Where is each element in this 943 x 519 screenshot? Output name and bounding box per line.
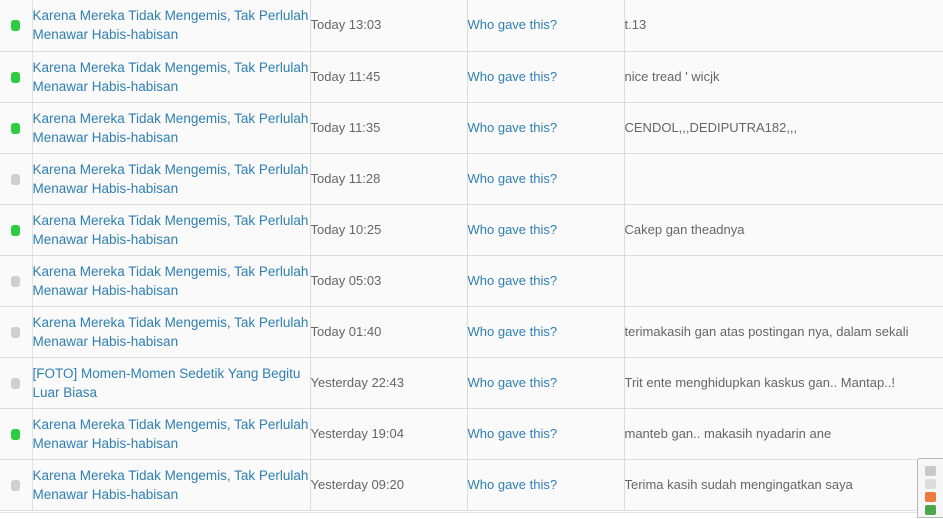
cell-timestamp: Today 05:03 — [310, 255, 468, 307]
cell-thread-title: Karena Mereka Tidak Mengemis, Tak Perlul… — [32, 306, 311, 358]
thread-title-link[interactable]: Karena Mereka Tidak Mengemis, Tak Perlul… — [33, 58, 310, 96]
cell-read-status[interactable] — [0, 51, 33, 103]
cell-comment-text: Cakep gan theadnya — [624, 204, 943, 256]
toolbar-icon-orange[interactable] — [925, 492, 936, 502]
who-gave-this-link[interactable]: Who gave this? — [468, 426, 558, 441]
status-dot-icon — [11, 479, 21, 491]
table-row[interactable]: Karena Mereka Tidak Mengemis, Tak Perlul… — [0, 51, 943, 103]
who-gave-this-link[interactable]: Who gave this? — [468, 273, 558, 288]
cell-who-gave-this: Who gave this? — [467, 357, 625, 409]
thread-title-link[interactable]: Karena Mereka Tidak Mengemis, Tak Perlul… — [33, 6, 310, 44]
thread-title-link[interactable]: Karena Mereka Tidak Mengemis, Tak Perlul… — [33, 313, 310, 351]
cell-thread-title: Karena Mereka Tidak Mengemis, Tak Perlul… — [32, 459, 311, 511]
table-row[interactable]: Karena Mereka Tidak Mengemis, Tak Perlul… — [0, 408, 943, 460]
cell-read-status[interactable] — [0, 255, 33, 307]
table-row[interactable]: [FOTO] Momen-Momen Sedetik Yang Begitu L… — [0, 357, 943, 409]
cell-thread-title: Karena Mereka Tidak Mengemis, Tak Perlul… — [32, 102, 311, 154]
status-dot-icon — [11, 428, 21, 440]
cell-thread-title: Karena Mereka Tidak Mengemis, Tak Perlul… — [32, 0, 311, 52]
table-row[interactable]: Karena Mereka Tidak Mengemis, Tak Perlul… — [0, 153, 943, 205]
cell-thread-title: [FOTO] Momen-Momen Sedetik Yang Begitu L… — [32, 357, 311, 409]
cell-who-gave-this: Who gave this? — [467, 408, 625, 460]
cell-comment-text: nice tread ' wicjk — [624, 51, 943, 103]
status-dot-icon — [11, 377, 21, 389]
status-dot-icon — [11, 173, 21, 185]
who-gave-this-link[interactable]: Who gave this? — [468, 222, 558, 237]
who-gave-this-link[interactable]: Who gave this? — [468, 69, 558, 84]
who-gave-this-link[interactable]: Who gave this? — [468, 324, 558, 339]
cell-who-gave-this: Who gave this? — [467, 255, 625, 307]
who-gave-this-link[interactable]: Who gave this? — [468, 477, 558, 492]
thread-title-link[interactable]: Karena Mereka Tidak Mengemis, Tak Perlul… — [33, 262, 310, 300]
status-dot-icon — [11, 122, 21, 134]
cell-read-status[interactable] — [0, 0, 33, 52]
cell-comment-text — [624, 255, 943, 307]
notifications-table: Karena Mereka Tidak Mengemis, Tak Perlul… — [0, 0, 943, 511]
thread-title-link[interactable]: Karena Mereka Tidak Mengemis, Tak Perlul… — [33, 160, 310, 198]
thread-title-link[interactable]: [FOTO] Momen-Momen Sedetik Yang Begitu L… — [33, 364, 310, 402]
status-dot-icon — [11, 71, 21, 83]
toolbar-icon-gray[interactable] — [925, 466, 936, 476]
cell-read-status[interactable] — [0, 204, 33, 256]
thread-title-link[interactable]: Karena Mereka Tidak Mengemis, Tak Perlul… — [33, 109, 310, 147]
status-dot-icon — [11, 20, 21, 32]
cell-thread-title: Karena Mereka Tidak Mengemis, Tak Perlul… — [32, 204, 311, 256]
table-row[interactable]: Karena Mereka Tidak Mengemis, Tak Perlul… — [0, 102, 943, 154]
status-dot-icon — [11, 326, 21, 338]
toolbar-icon-light[interactable] — [925, 479, 936, 489]
cell-who-gave-this: Who gave this? — [467, 459, 625, 511]
cell-comment-text: Terima kasih sudah mengingatkan saya — [624, 459, 943, 511]
table-row[interactable]: Karena Mereka Tidak Mengemis, Tak Perlul… — [0, 204, 943, 256]
toolbar-icon-green[interactable] — [925, 505, 936, 515]
notifications-table-body: Karena Mereka Tidak Mengemis, Tak Perlul… — [0, 0, 943, 511]
cell-timestamp: Yesterday 19:04 — [310, 408, 468, 460]
cell-who-gave-this: Who gave this? — [467, 51, 625, 103]
cell-timestamp: Today 11:35 — [310, 102, 468, 154]
table-row[interactable]: Karena Mereka Tidak Mengemis, Tak Perlul… — [0, 459, 943, 511]
cell-read-status[interactable] — [0, 357, 33, 409]
cell-who-gave-this: Who gave this? — [467, 204, 625, 256]
cell-who-gave-this: Who gave this? — [467, 102, 625, 154]
cell-thread-title: Karena Mereka Tidak Mengemis, Tak Perlul… — [32, 51, 311, 103]
who-gave-this-link[interactable]: Who gave this? — [468, 120, 558, 135]
thread-title-link[interactable]: Karena Mereka Tidak Mengemis, Tak Perlul… — [33, 415, 310, 453]
cell-timestamp: Yesterday 22:43 — [310, 357, 468, 409]
cell-comment-text: Trit ente menghidupkan kaskus gan.. Mant… — [624, 357, 943, 409]
cell-timestamp: Today 13:03 — [310, 0, 468, 52]
status-dot-icon — [11, 275, 21, 287]
table-row[interactable]: Karena Mereka Tidak Mengemis, Tak Perlul… — [0, 0, 943, 52]
cell-thread-title: Karena Mereka Tidak Mengemis, Tak Perlul… — [32, 153, 311, 205]
table-row[interactable]: Karena Mereka Tidak Mengemis, Tak Perlul… — [0, 255, 943, 307]
who-gave-this-link[interactable]: Who gave this? — [468, 171, 558, 186]
cell-comment-text: terimakasih gan atas postingan nya, dala… — [624, 306, 943, 358]
cell-read-status[interactable] — [0, 408, 33, 460]
cell-timestamp: Yesterday 09:20 — [310, 459, 468, 511]
cell-read-status[interactable] — [0, 102, 33, 154]
cell-timestamp: Today 11:28 — [310, 153, 468, 205]
cell-read-status[interactable] — [0, 306, 33, 358]
cell-read-status[interactable] — [0, 153, 33, 205]
cell-who-gave-this: Who gave this? — [467, 0, 625, 52]
cell-comment-text: manteb gan.. makasih nyadarin ane — [624, 408, 943, 460]
cell-timestamp: Today 11:45 — [310, 51, 468, 103]
cell-timestamp: Today 01:40 — [310, 306, 468, 358]
who-gave-this-link[interactable]: Who gave this? — [468, 17, 558, 32]
cell-comment-text — [624, 153, 943, 205]
cell-who-gave-this: Who gave this? — [467, 153, 625, 205]
cell-comment-text: CENDOL,,,DEDIPUTRA182,,, — [624, 102, 943, 154]
cell-comment-text: t.13 — [624, 0, 943, 52]
floating-toolbar-widget[interactable] — [917, 458, 943, 518]
thread-title-link[interactable]: Karena Mereka Tidak Mengemis, Tak Perlul… — [33, 211, 310, 249]
status-dot-icon — [11, 224, 21, 236]
cell-thread-title: Karena Mereka Tidak Mengemis, Tak Perlul… — [32, 408, 311, 460]
cell-who-gave-this: Who gave this? — [467, 306, 625, 358]
thread-title-link[interactable]: Karena Mereka Tidak Mengemis, Tak Perlul… — [33, 466, 310, 504]
who-gave-this-link[interactable]: Who gave this? — [468, 375, 558, 390]
cell-read-status[interactable] — [0, 459, 33, 511]
cell-timestamp: Today 10:25 — [310, 204, 468, 256]
cell-thread-title: Karena Mereka Tidak Mengemis, Tak Perlul… — [32, 255, 311, 307]
table-row[interactable]: Karena Mereka Tidak Mengemis, Tak Perlul… — [0, 306, 943, 358]
